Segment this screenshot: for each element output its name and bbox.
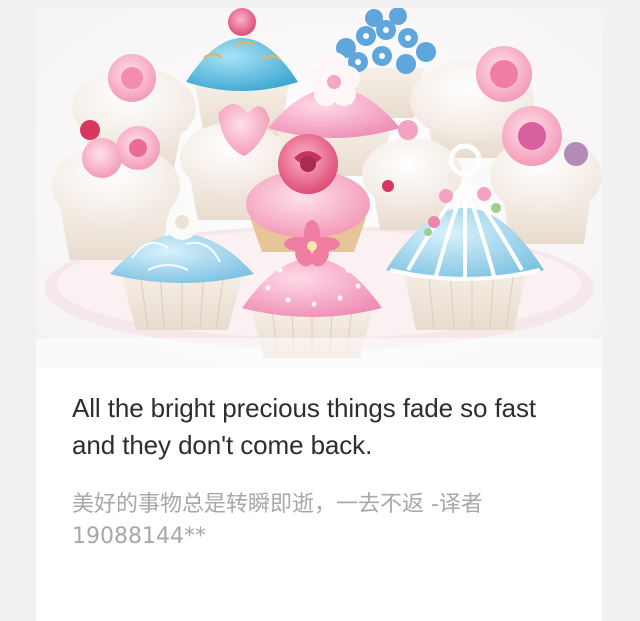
- quote-card[interactable]: All the bright precious things fade so f…: [36, 8, 602, 621]
- cupcakes-photo: [36, 8, 602, 368]
- translation-text: 美好的事物总是转瞬即逝，一去不返 -译者 19088144**: [72, 492, 483, 549]
- quote-text: All the bright precious things fade so f…: [72, 393, 536, 460]
